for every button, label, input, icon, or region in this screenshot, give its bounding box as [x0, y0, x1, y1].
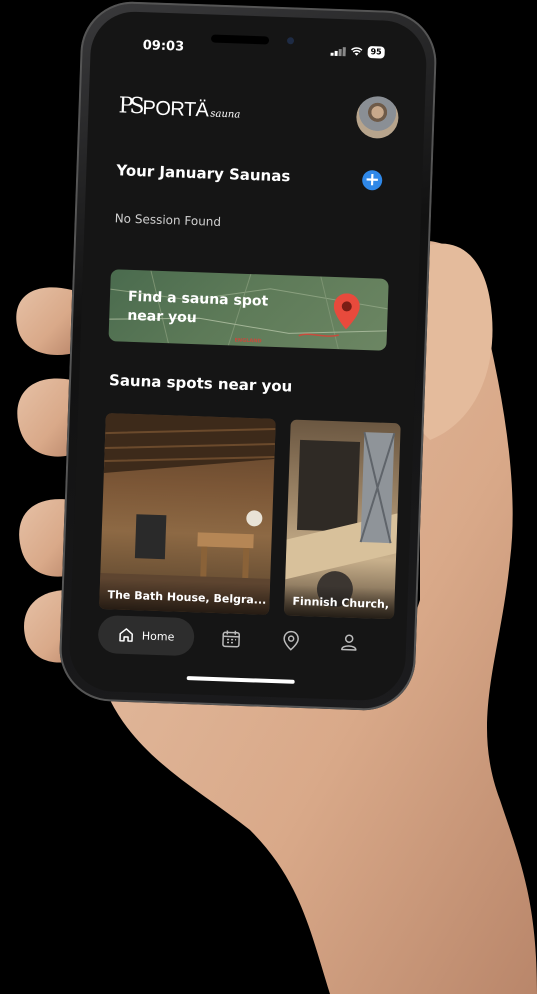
- profile-avatar[interactable]: [355, 95, 400, 140]
- logo-text: PORTÄ: [142, 97, 209, 122]
- status-icons: 95: [330, 45, 385, 59]
- app-screen: 09:03 95 PS PORTÄ sauna Your January Sau: [68, 10, 428, 702]
- front-camera: [286, 37, 295, 45]
- profile-icon[interactable]: [338, 631, 361, 654]
- sauna-card[interactable]: The Bath House, Belgra...: [99, 413, 276, 615]
- speaker-notch: [210, 34, 270, 45]
- logo-subtext: sauna: [210, 108, 241, 121]
- wifi-icon: [350, 47, 363, 56]
- calendar-icon[interactable]: [220, 627, 243, 650]
- battery-indicator: 95: [367, 45, 385, 59]
- app-logo: PS PORTÄ sauna: [118, 93, 241, 122]
- home-indicator: [186, 676, 295, 684]
- phone: 09:03 95 PS PORTÄ sauna Your January Sau: [57, 0, 439, 712]
- map-banner-text: Find a sauna spot near you: [127, 288, 269, 327]
- status-time: 09:03: [142, 38, 185, 55]
- tab-home-label: Home: [141, 628, 175, 644]
- find-sauna-map-banner[interactable]: Find a sauna spot near you ENGLAND: [108, 269, 389, 351]
- bottom-tab-bar: Home: [69, 610, 406, 670]
- nearby-title: Sauna spots near you: [108, 371, 293, 396]
- logo-mark: PS: [118, 93, 141, 120]
- home-icon: [118, 628, 133, 642]
- no-session-text: No Session Found: [114, 211, 222, 229]
- location-pin-icon[interactable]: [280, 629, 303, 652]
- signal-icon: [330, 46, 346, 57]
- sessions-title: Your January Saunas: [116, 161, 291, 186]
- status-bar: 09:03 95: [91, 10, 428, 62]
- sauna-card[interactable]: Finnish Church,: [283, 419, 401, 620]
- add-session-button[interactable]: +: [361, 168, 383, 191]
- location-pin-icon: [333, 293, 360, 330]
- sauna-card-title: The Bath House, Belgra...: [99, 577, 271, 615]
- plus-icon: +: [364, 168, 381, 191]
- tab-home[interactable]: Home: [97, 614, 195, 657]
- sauna-card-title: Finnish Church,: [283, 584, 395, 620]
- map-region-label: ENGLAND: [234, 337, 262, 345]
